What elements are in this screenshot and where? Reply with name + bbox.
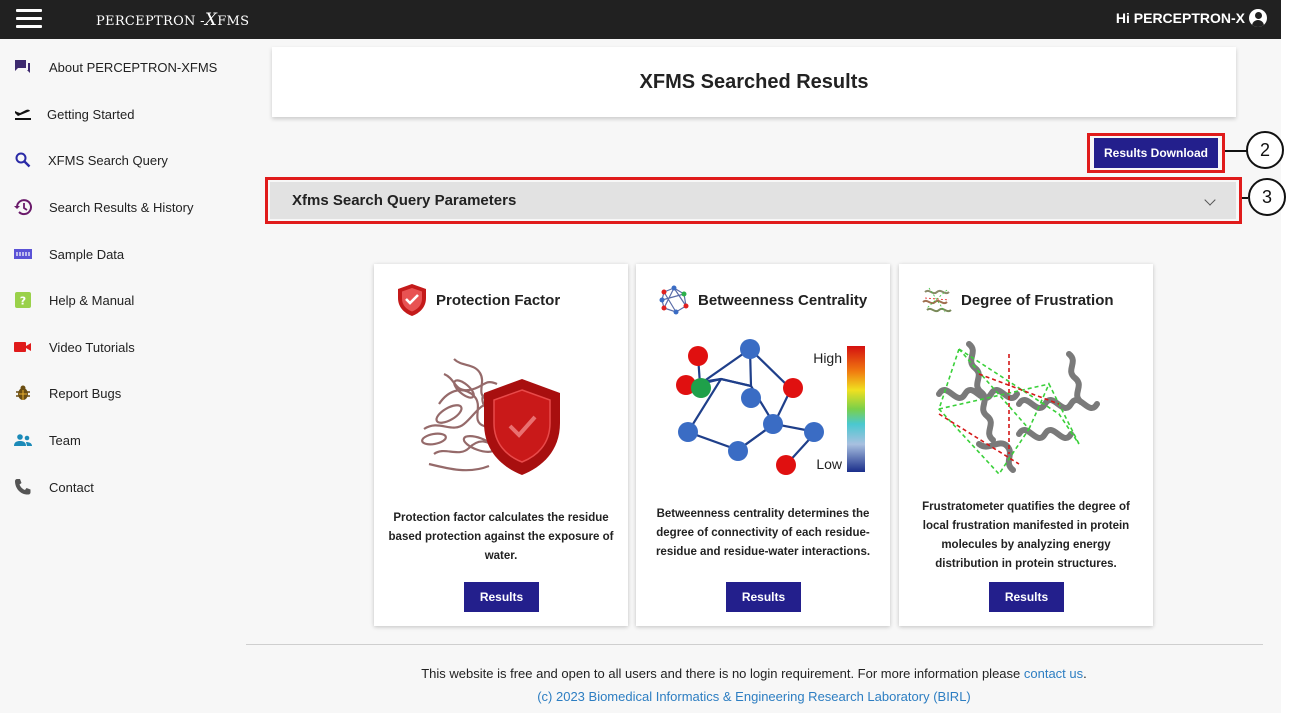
sidebar-item-label: Search Results & History bbox=[49, 199, 194, 215]
network-graph-image: High Low bbox=[676, 339, 865, 475]
sidebar-item-help[interactable]: ? Help & Manual bbox=[0, 283, 218, 317]
footer-copyright-link[interactable]: (c) 2023 Biomedical Informatics & Engine… bbox=[218, 689, 1290, 704]
callout-marker: 2 bbox=[1246, 131, 1284, 169]
svg-text:?: ? bbox=[20, 295, 26, 308]
sidebar-item-about[interactable]: About PERCEPTRON-XFMS bbox=[0, 50, 218, 84]
sidebar-item-contact[interactable]: Contact bbox=[0, 470, 218, 504]
team-icon bbox=[13, 430, 33, 450]
card-description: Frustratometer quatifies the degree of l… bbox=[922, 501, 1130, 570]
user-greeting[interactable]: Hi PERCEPTRON-X bbox=[1116, 10, 1245, 26]
network-icon bbox=[659, 285, 689, 315]
callout-marker: 3 bbox=[1248, 178, 1286, 216]
card-header: Betweenness Centrality bbox=[656, 282, 867, 318]
phone-icon bbox=[13, 477, 33, 497]
query-parameters-accordion[interactable]: Xfms Search Query Parameters bbox=[270, 182, 1236, 219]
footer-period: . bbox=[1083, 666, 1087, 681]
top-app-bar: PERCEPTRON -XFMS Hi PERCEPTRON-X bbox=[0, 0, 1281, 39]
results-download-button[interactable]: Results Download bbox=[1094, 138, 1218, 168]
sidebar-item-search-query[interactable]: XFMS Search Query bbox=[0, 143, 218, 177]
search-icon bbox=[13, 150, 33, 170]
page-title: XFMS Searched Results bbox=[639, 70, 869, 93]
brand-logo[interactable]: PERCEPTRON -XFMS bbox=[96, 10, 249, 30]
card-title: Degree of Frustration bbox=[961, 291, 1114, 309]
page-title-card: XFMS Searched Results bbox=[272, 47, 1236, 117]
card-header: Protection Factor bbox=[394, 282, 560, 318]
footer-notice-text: This website is free and open to all use… bbox=[421, 666, 1024, 681]
card-title: Protection Factor bbox=[436, 291, 561, 309]
history-icon bbox=[13, 197, 33, 217]
degree-of-frustration-card: Degree of Frustration Frustratometer qua… bbox=[899, 264, 1153, 626]
scale-high-label: High bbox=[813, 350, 842, 366]
page-margin bbox=[1281, 0, 1294, 713]
video-icon bbox=[13, 337, 33, 357]
protein-shield-image bbox=[421, 358, 560, 475]
sidebar: About PERCEPTRON-XFMS Getting Started XF… bbox=[0, 39, 218, 713]
sidebar-item-label: XFMS Search Query bbox=[48, 152, 168, 168]
frustration-helix-image bbox=[936, 341, 1100, 476]
accordion-label: Xfms Search Query Parameters bbox=[292, 192, 517, 209]
bug-icon bbox=[13, 383, 33, 403]
sidebar-item-label: Team bbox=[49, 432, 81, 448]
sidebar-item-label: Video Tutorials bbox=[49, 339, 135, 355]
sidebar-item-label: Contact bbox=[49, 479, 94, 495]
account-circle-icon[interactable] bbox=[1249, 9, 1267, 27]
menu-icon[interactable] bbox=[16, 9, 42, 29]
help-icon: ? bbox=[13, 290, 33, 310]
main-content: XFMS Searched Results Results Download X… bbox=[218, 39, 1281, 713]
brand-main-text: PERCEPTRON - bbox=[96, 14, 205, 29]
sidebar-item-results-history[interactable]: Search Results & History bbox=[0, 190, 218, 224]
sidebar-item-sample-data[interactable]: Sample Data bbox=[0, 237, 218, 271]
takeoff-icon bbox=[13, 104, 33, 124]
sidebar-item-getting-started[interactable]: Getting Started bbox=[0, 97, 218, 131]
card-header: Degree of Frustration bbox=[919, 282, 1114, 318]
shield-icon bbox=[398, 284, 426, 316]
sidebar-item-report-bugs[interactable]: Report Bugs bbox=[0, 376, 218, 410]
chevron-down-icon[interactable] bbox=[1204, 194, 1216, 206]
card-description: Betweenness centrality determines the de… bbox=[655, 508, 871, 558]
card-description: Protection factor calculates the residue… bbox=[388, 512, 614, 562]
footer-notice: This website is free and open to all use… bbox=[218, 666, 1290, 681]
chat-icon bbox=[13, 57, 33, 77]
sidebar-item-label: Report Bugs bbox=[49, 385, 122, 401]
sidebar-item-label: About PERCEPTRON-XFMS bbox=[49, 59, 218, 75]
protection-factor-card: Protection Factor Protection factor calc… bbox=[374, 264, 628, 626]
protein-structure-icon bbox=[922, 287, 952, 313]
betweenness-centrality-card: Betweenness Centrality High Low Betweenn… bbox=[636, 264, 890, 626]
results-button[interactable]: Results bbox=[726, 582, 801, 612]
footer-divider bbox=[246, 644, 1263, 645]
sidebar-item-label: Help & Manual bbox=[49, 292, 135, 308]
results-button[interactable]: Results bbox=[464, 582, 539, 612]
callout-connector bbox=[1225, 150, 1247, 152]
brand-x-text: X bbox=[204, 10, 218, 30]
sidebar-item-video[interactable]: Video Tutorials bbox=[0, 330, 218, 364]
scale-low-label: Low bbox=[816, 456, 843, 472]
card-title: Betweenness Centrality bbox=[698, 291, 868, 309]
sidebar-item-team[interactable]: Team bbox=[0, 423, 218, 457]
contact-us-link[interactable]: contact us bbox=[1024, 666, 1083, 681]
brand-suffix-text: FMS bbox=[217, 14, 250, 29]
results-button[interactable]: Results bbox=[989, 582, 1064, 612]
sidebar-item-label: Getting Started bbox=[47, 106, 135, 122]
data-icon bbox=[13, 244, 33, 264]
sidebar-item-label: Sample Data bbox=[49, 246, 125, 262]
